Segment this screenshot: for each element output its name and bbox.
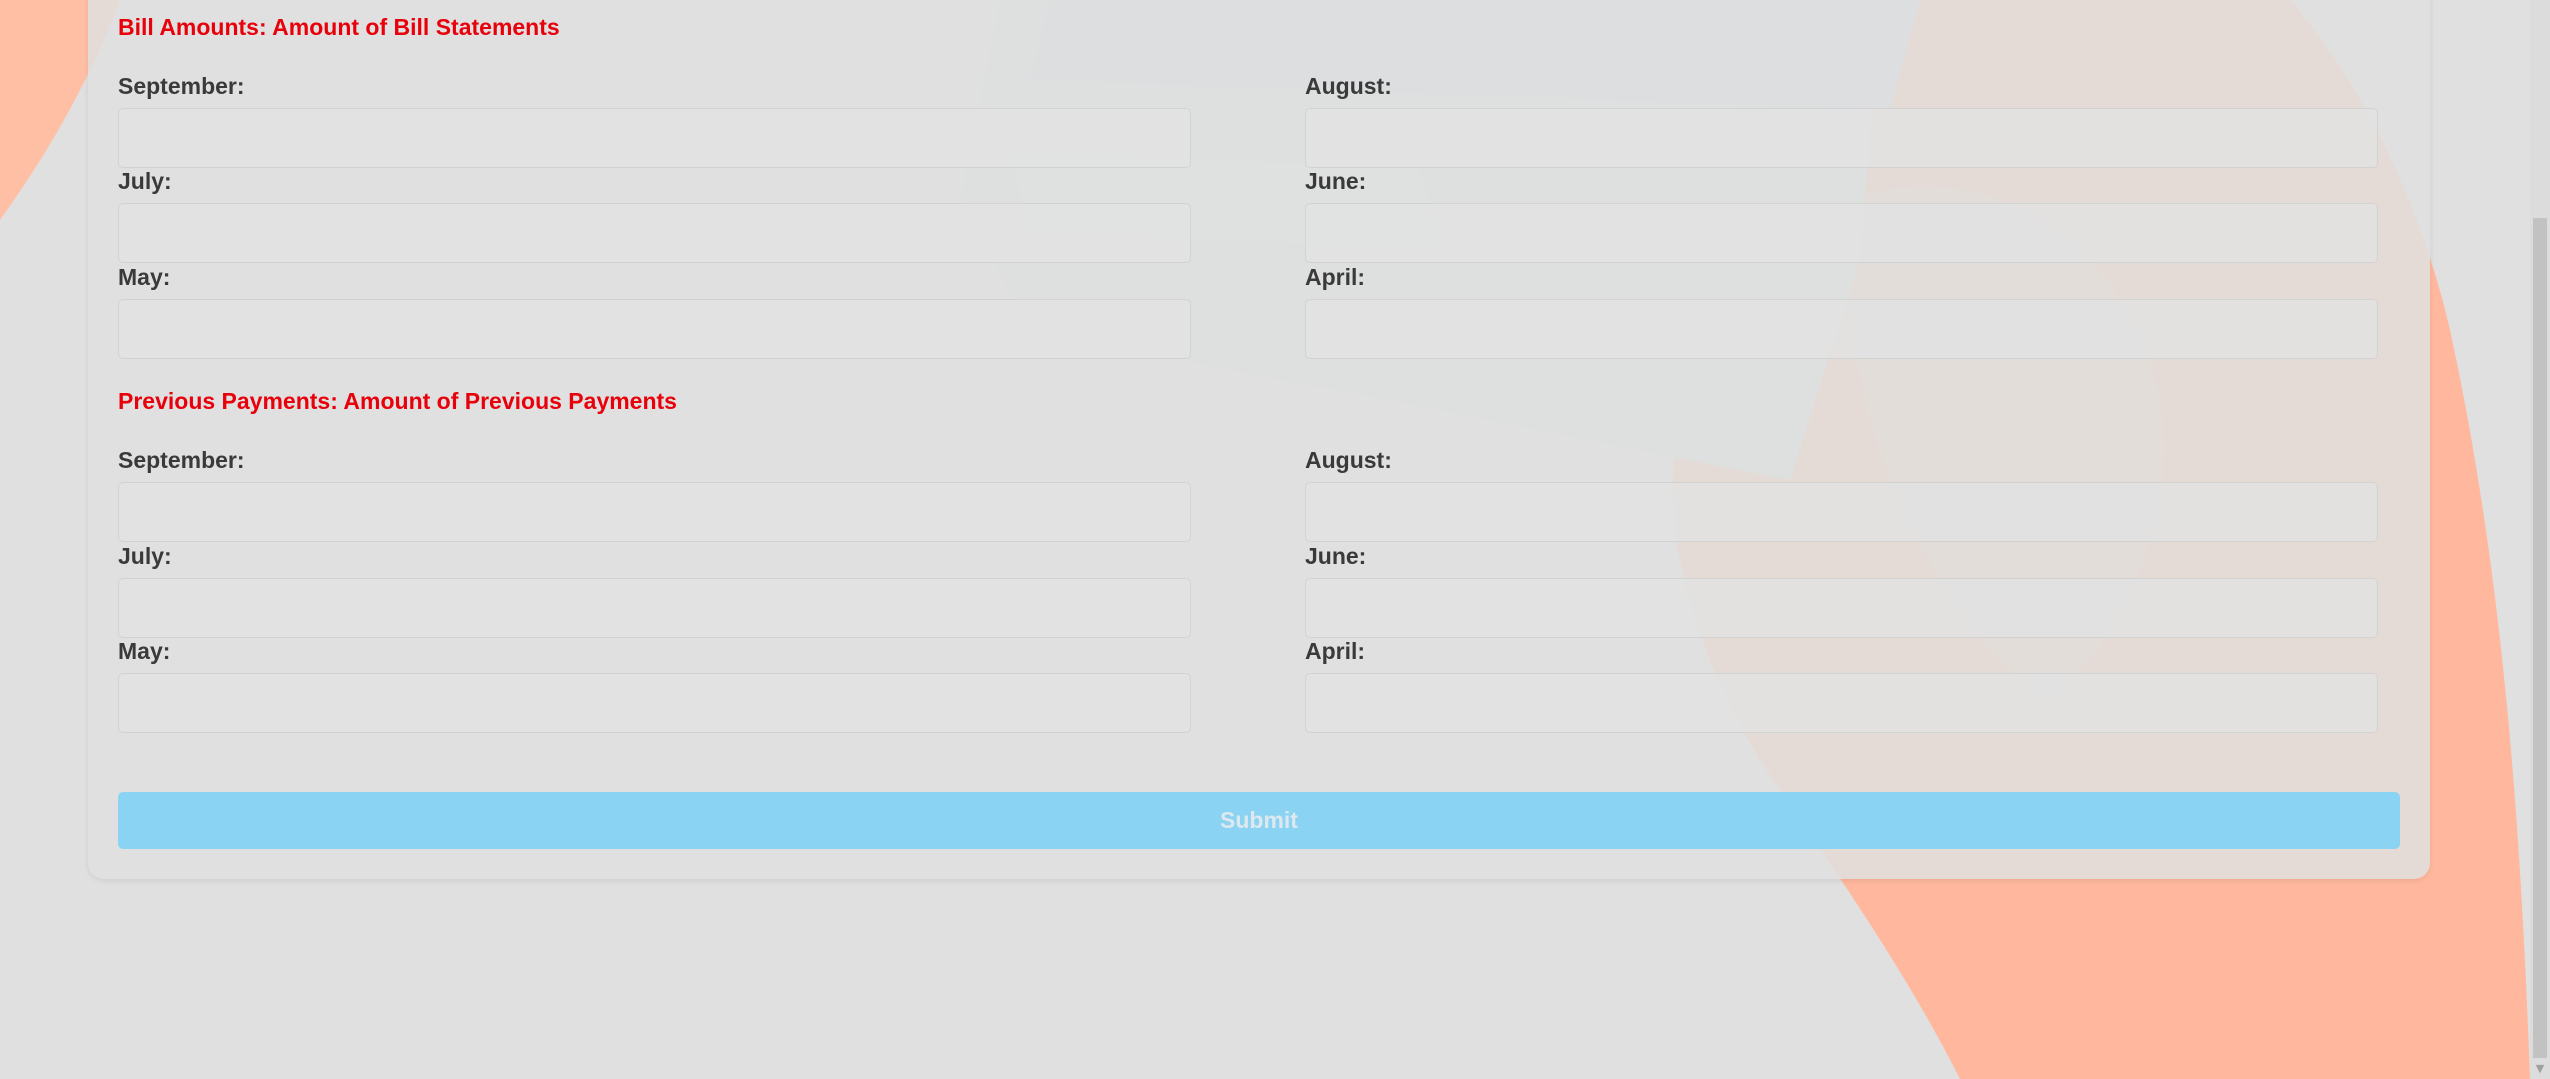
- bill-april-input[interactable]: [1305, 299, 2378, 359]
- scroll-down-arrow-icon[interactable]: ▼: [2530, 1061, 2550, 1077]
- bill-may-label: May:: [118, 264, 171, 290]
- payment-september-input[interactable]: [118, 482, 1191, 542]
- bill-august-input[interactable]: [1305, 108, 2378, 168]
- bill-september-label: September:: [118, 73, 245, 99]
- payment-september-label: September:: [118, 447, 245, 473]
- payment-june-input[interactable]: [1305, 578, 2378, 638]
- payment-july-label: July:: [118, 543, 172, 569]
- payment-april-input[interactable]: [1305, 673, 2378, 733]
- bill-june-label: June:: [1305, 168, 1367, 194]
- bill-section-title: Bill Amounts: Amount of Bill Statements: [118, 14, 560, 40]
- page-scrollbar[interactable]: ▼: [2530, 0, 2550, 1079]
- payment-august-input[interactable]: [1305, 482, 2378, 542]
- submit-button[interactable]: Submit: [118, 792, 2400, 849]
- bill-april-label: April:: [1305, 264, 1366, 290]
- bill-may-input[interactable]: [118, 299, 1191, 359]
- bill-june-input[interactable]: [1305, 203, 2378, 263]
- payment-july-input[interactable]: [118, 578, 1191, 638]
- bill-august-label: August:: [1305, 73, 1392, 99]
- bill-july-label: July:: [118, 168, 172, 194]
- scrollbar-thumb[interactable]: [2533, 218, 2547, 1058]
- bill-september-input[interactable]: [118, 108, 1191, 168]
- payment-may-input[interactable]: [118, 673, 1191, 733]
- payment-june-label: June:: [1305, 543, 1367, 569]
- payment-section-title: Previous Payments: Amount of Previous Pa…: [118, 388, 677, 414]
- bill-july-input[interactable]: [118, 203, 1191, 263]
- payment-april-label: April:: [1305, 638, 1366, 664]
- payment-august-label: August:: [1305, 447, 1392, 473]
- payment-may-label: May:: [118, 638, 171, 664]
